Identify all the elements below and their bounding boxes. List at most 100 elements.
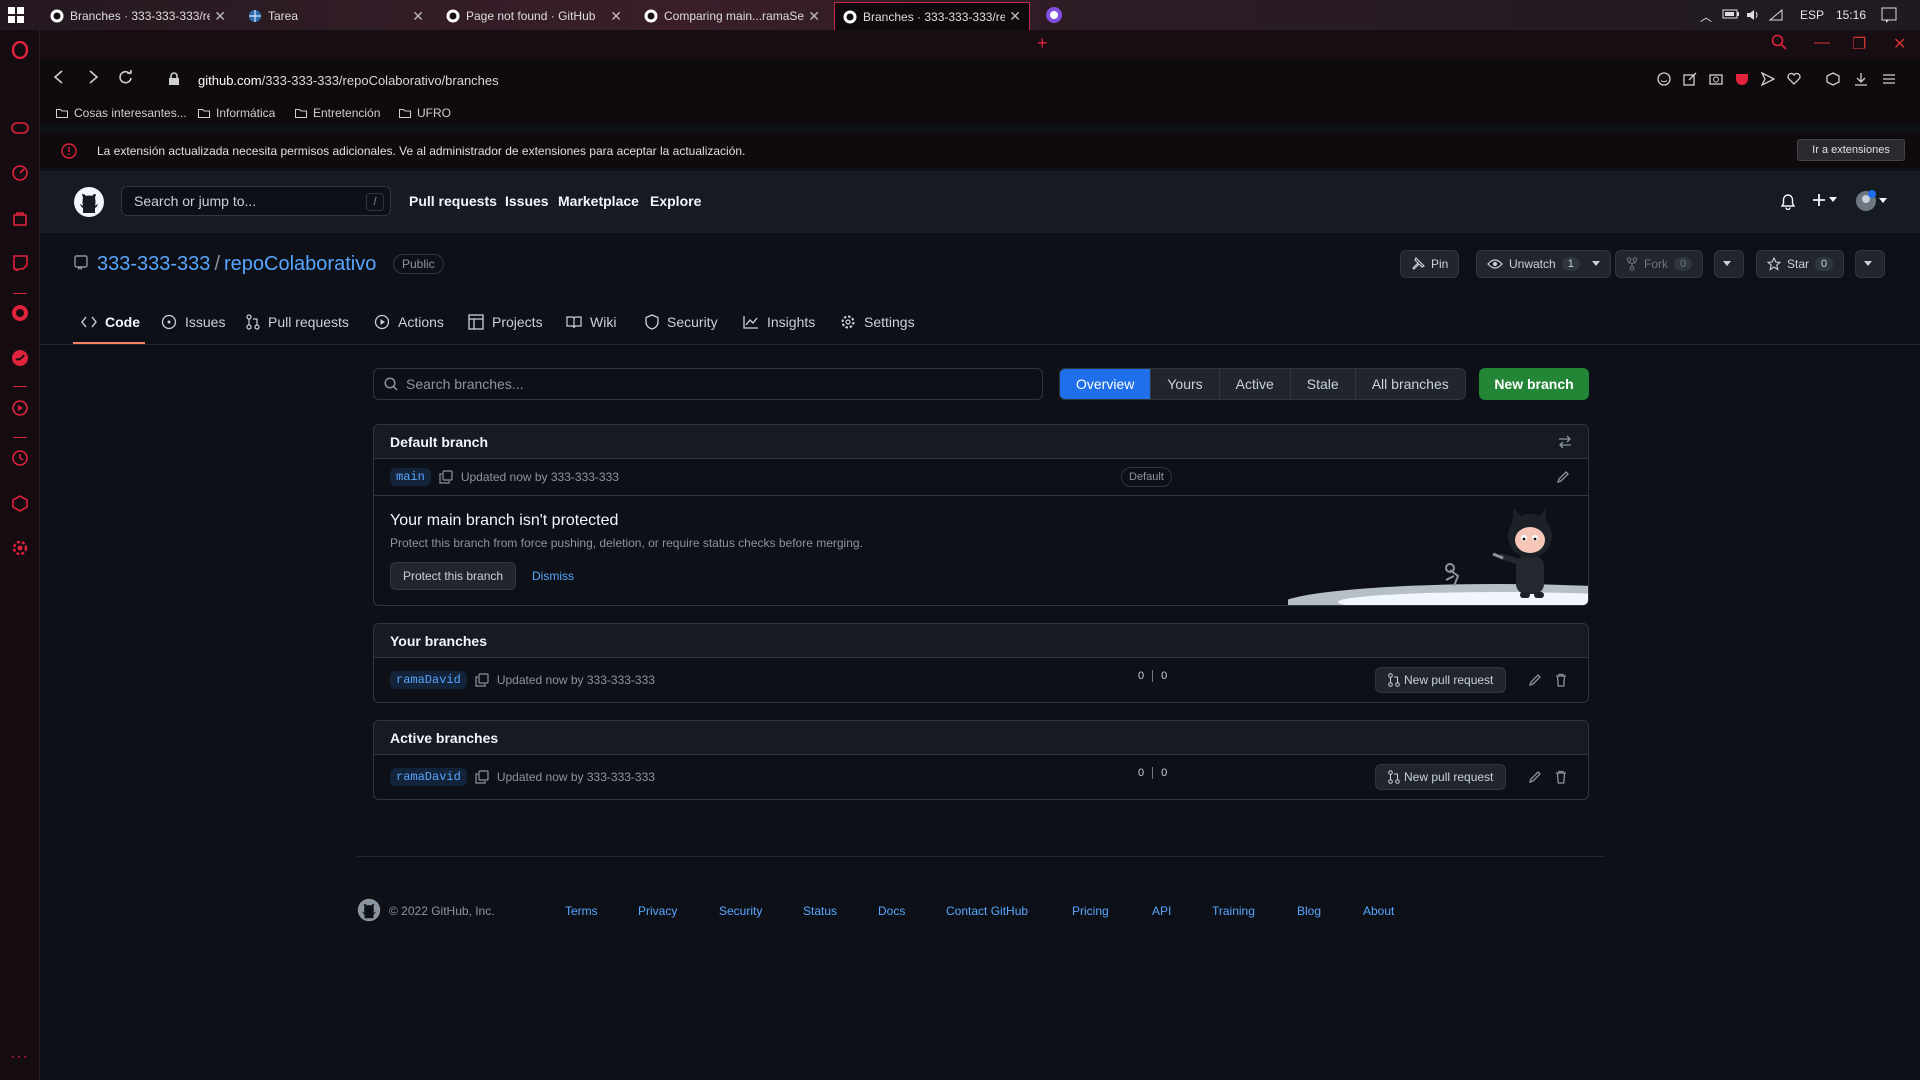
branch-name-link[interactable]: ramaDavid — [390, 671, 467, 689]
browser-tab[interactable]: Tarea ✕ — [240, 2, 432, 30]
browser-tab[interactable]: Comparing main...ramaSec ✕ — [636, 2, 828, 30]
lock-icon[interactable] — [168, 72, 180, 86]
nav-explore[interactable]: Explore — [650, 193, 701, 209]
switch-arrows-icon[interactable] — [1558, 435, 1572, 449]
player-icon[interactable] — [10, 398, 30, 418]
footer-link-blog[interactable]: Blog — [1297, 904, 1321, 918]
footer-link-about[interactable]: About — [1363, 904, 1394, 918]
tab-close-icon[interactable]: ✕ — [412, 8, 424, 25]
notifications-bell-icon[interactable] — [1780, 194, 1796, 210]
user-menu-dropdown[interactable] — [1855, 190, 1887, 212]
star-button[interactable]: Star 0 — [1756, 250, 1845, 278]
whatsapp-icon[interactable] — [10, 303, 30, 323]
volume-icon[interactable] — [1745, 7, 1761, 23]
tab-projects[interactable]: Projects — [468, 310, 543, 334]
opera-logo-icon[interactable] — [10, 40, 30, 60]
extensions-cube-icon[interactable] — [1826, 72, 1840, 86]
twitch-icon[interactable] — [10, 253, 30, 273]
footer-link-pricing[interactable]: Pricing — [1072, 904, 1109, 918]
clock[interactable]: 15:16 — [1836, 8, 1866, 22]
shopping-bag-icon[interactable] — [10, 208, 30, 228]
edit-share-icon[interactable] — [1683, 72, 1697, 86]
trash-icon[interactable] — [1554, 673, 1568, 687]
branch-search-input[interactable]: Search branches... — [373, 368, 1043, 400]
tab-search-icon[interactable] — [1771, 34, 1787, 50]
dismiss-link[interactable]: Dismiss — [532, 569, 574, 583]
branch-name-link[interactable]: main — [390, 468, 431, 486]
tab-close-icon[interactable]: ✕ — [1009, 8, 1021, 25]
tab-pull-requests[interactable]: Pull requests — [246, 310, 349, 334]
go-to-extensions-button[interactable]: Ir a extensiones — [1797, 139, 1905, 161]
wifi-icon[interactable] — [1768, 7, 1784, 23]
heart-icon[interactable] — [1787, 72, 1801, 86]
taskbar-github-desktop-icon[interactable] — [1037, 2, 1071, 28]
nav-issues[interactable]: Issues — [505, 193, 549, 209]
copy-icon[interactable] — [475, 673, 489, 687]
url-text[interactable]: github.com/333-333-333/repoColaborativo/… — [198, 73, 499, 88]
trash-icon[interactable] — [1554, 770, 1568, 784]
footer-link-api[interactable]: API — [1152, 904, 1171, 918]
tab-settings[interactable]: Settings — [840, 310, 915, 334]
filter-yours[interactable]: Yours — [1151, 369, 1220, 399]
battery-icon[interactable] — [1722, 8, 1740, 20]
emoji-icon[interactable] — [1657, 72, 1671, 86]
twitter-icon[interactable] — [10, 348, 30, 368]
footer-link-contact[interactable]: Contact GitHub — [946, 904, 1028, 918]
tab-issues[interactable]: Issues — [161, 310, 225, 334]
send-icon[interactable] — [1761, 72, 1775, 86]
more-dots-icon[interactable]: ··· — [10, 1048, 29, 1066]
footer-link-privacy[interactable]: Privacy — [638, 904, 677, 918]
pocket-shield-icon[interactable] — [1735, 72, 1749, 86]
footer-link-status[interactable]: Status — [803, 904, 837, 918]
windows-start-icon[interactable] — [8, 7, 24, 23]
nav-pull-requests[interactable]: Pull requests — [409, 193, 497, 209]
filter-active[interactable]: Active — [1219, 369, 1291, 399]
github-footer-logo-icon[interactable] — [357, 898, 381, 922]
footer-link-terms[interactable]: Terms — [565, 904, 598, 918]
speed-dial-icon[interactable] — [10, 163, 30, 183]
filter-stale[interactable]: Stale — [1290, 369, 1356, 399]
branch-name-link[interactable]: ramaDavid — [390, 768, 467, 786]
tab-close-icon[interactable]: ✕ — [808, 8, 820, 25]
nav-marketplace[interactable]: Marketplace — [558, 193, 639, 209]
fork-button[interactable]: Fork 0 — [1615, 250, 1704, 278]
easy-setup-menu-icon[interactable] — [1882, 72, 1896, 86]
tab-actions[interactable]: Actions — [374, 310, 444, 334]
restore-icon[interactable]: ❐ — [1852, 34, 1866, 54]
close-window-icon[interactable]: ✕ — [1893, 34, 1906, 54]
star-dropdown-button[interactable] — [1855, 250, 1885, 278]
footer-link-security[interactable]: Security — [719, 904, 762, 918]
pencil-icon[interactable] — [1556, 470, 1570, 484]
copy-icon[interactable] — [439, 470, 453, 484]
filter-all-branches[interactable]: All branches — [1355, 369, 1465, 399]
tab-security[interactable]: Security — [645, 310, 718, 334]
bookmark-folder[interactable]: Cosas interesantes... — [56, 106, 187, 120]
new-tab-plus-icon[interactable]: + — [1037, 33, 1048, 54]
tab-close-icon[interactable]: ✕ — [214, 8, 226, 25]
github-logo-icon[interactable] — [73, 186, 105, 218]
browser-tab-active[interactable]: Branches · 333-333-333/rep ✕ — [834, 2, 1030, 30]
footer-link-training[interactable]: Training — [1212, 904, 1255, 918]
notification-center-icon[interactable] — [1880, 6, 1898, 24]
snapshot-camera-icon[interactable] — [1709, 72, 1723, 86]
gamepad-icon[interactable] — [10, 118, 30, 138]
tab-insights[interactable]: Insights — [743, 310, 815, 334]
pencil-icon[interactable] — [1528, 770, 1542, 784]
pin-button[interactable]: Pin — [1400, 250, 1460, 278]
reload-icon[interactable] — [118, 70, 133, 85]
browser-tab[interactable]: Branches · 333-333-333/rep ✕ — [42, 2, 234, 30]
repo-name-link[interactable]: repoColaborativo — [224, 253, 376, 275]
new-pull-request-button[interactable]: New pull request — [1375, 764, 1507, 790]
tab-close-icon[interactable]: ✕ — [610, 8, 622, 25]
minimize-icon[interactable]: — — [1814, 34, 1830, 52]
tray-chevron-up-icon[interactable]: ︿ — [1700, 8, 1712, 25]
fork-dropdown-button[interactable] — [1714, 250, 1744, 278]
create-new-dropdown[interactable] — [1811, 192, 1837, 208]
filter-overview[interactable]: Overview — [1060, 369, 1152, 399]
bookmark-folder[interactable]: UFRO — [399, 106, 451, 120]
back-icon[interactable] — [52, 70, 66, 84]
bookmark-folder[interactable]: Informática — [198, 106, 275, 120]
github-search-input[interactable]: Search or jump to... / — [121, 186, 391, 216]
repo-owner-link[interactable]: 333-333-333 — [97, 253, 210, 275]
footer-link-docs[interactable]: Docs — [878, 904, 905, 918]
